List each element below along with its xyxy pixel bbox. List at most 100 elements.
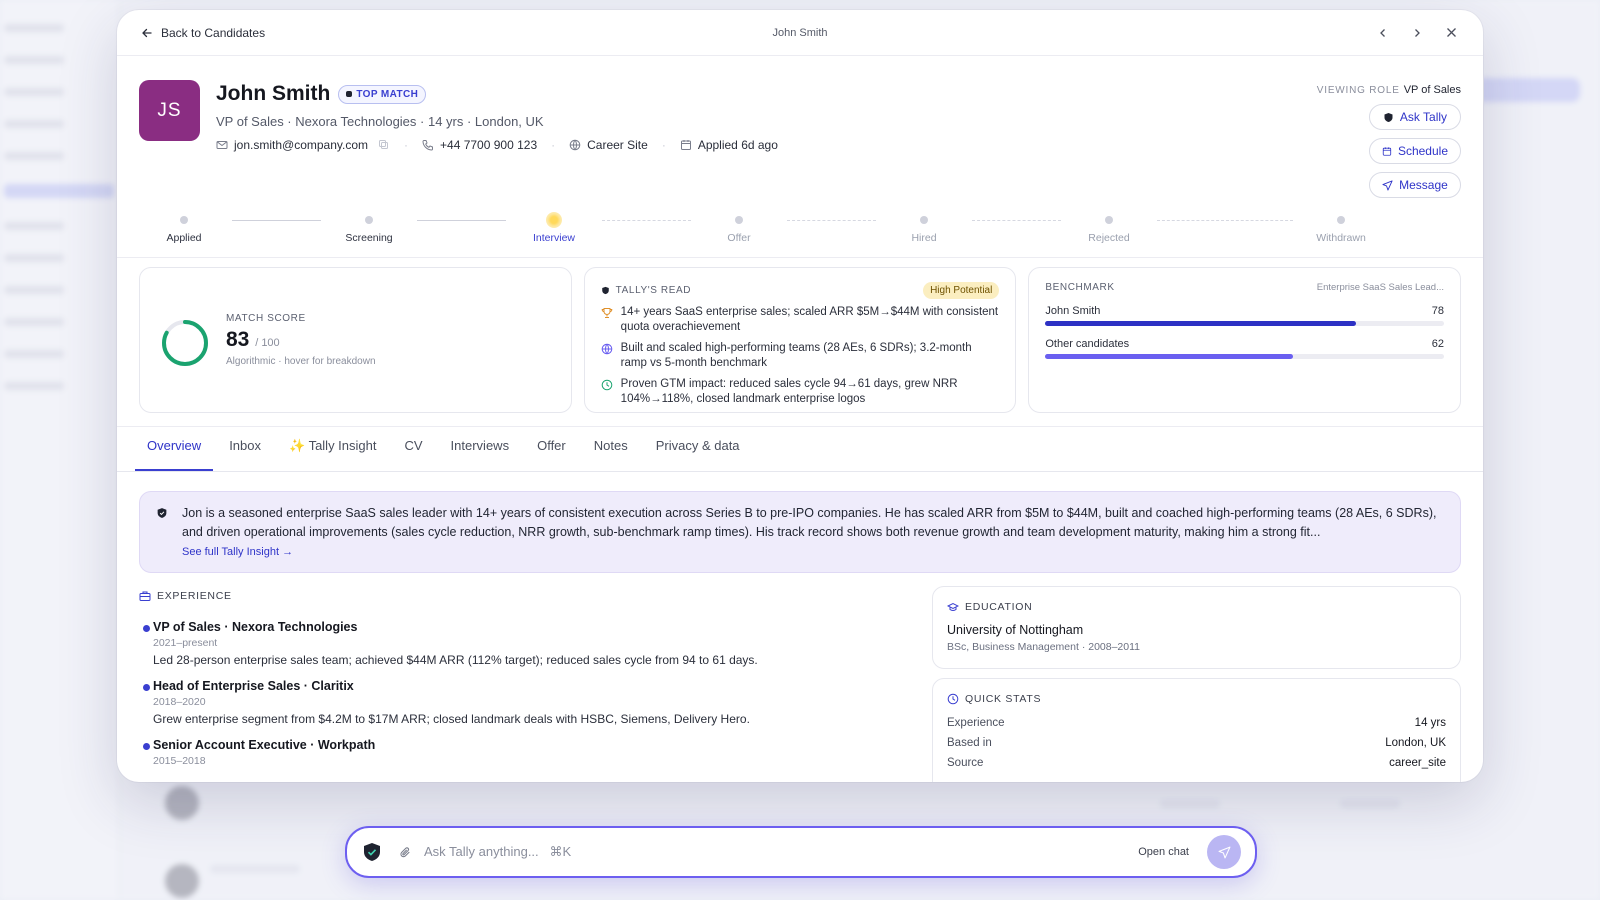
arrow-left-icon [142, 28, 152, 37]
stat-key: Based in [947, 737, 992, 749]
source-text: Career Site [587, 138, 648, 152]
timeline-dot [143, 625, 150, 632]
phone-icon [422, 140, 434, 151]
experience-item: VP of Sales · Nexora Technologies 2021–pr… [139, 620, 909, 667]
pipeline-stage-offer[interactable]: Offer [694, 211, 784, 244]
match-score-max: / 100 [255, 337, 280, 349]
bullet-text: 14+ years SaaS enterprise sales; scaled … [620, 306, 999, 333]
education-card: EDUCATION University of Nottingham BSc, … [932, 586, 1461, 669]
pipeline-stage-rejected[interactable]: Rejected [1064, 211, 1154, 244]
stage-label: Withdrawn [1316, 232, 1366, 244]
shield-icon [346, 91, 353, 97]
stage-label: Offer [727, 232, 751, 244]
candidate-name: John Smith [216, 82, 331, 105]
stage-marker [546, 212, 562, 228]
stat-value: London, UK [1385, 737, 1446, 749]
stage-marker [1105, 216, 1113, 224]
shield-icon [601, 286, 609, 295]
stage-marker [180, 216, 188, 224]
calendar-icon [680, 140, 691, 150]
paperclip-icon[interactable] [399, 846, 412, 859]
stat-row: Source career_site [947, 757, 1446, 769]
tab-notes[interactable]: Notes [582, 435, 640, 471]
experience-label: EXPERIENCE [157, 590, 232, 602]
clock-icon [947, 693, 959, 705]
globe-icon [601, 343, 612, 355]
chat-input[interactable]: Ask Tally anything... ⌘K [424, 844, 1138, 860]
tab-privacy-data[interactable]: Privacy & data [644, 435, 752, 471]
pipeline-stage-interview[interactable]: Interview [509, 211, 599, 244]
job-title: VP of Sales · Nexora Technologies [153, 620, 358, 634]
experience-item: Senior Account Executive · Workpath 2015–… [139, 738, 909, 767]
job-years: 2018–2020 [153, 696, 206, 708]
send-button[interactable] [1207, 835, 1241, 869]
pipeline-stage-applied[interactable]: Applied [139, 211, 229, 244]
insight-bullet: Built and scaled high-performing teams (… [601, 341, 1000, 371]
email-text: jon.smith@company.com [234, 138, 369, 152]
tallys-read-label: TALLY'S READ [615, 285, 692, 296]
pipeline-connector [602, 220, 691, 221]
benchmark-bar [1045, 354, 1445, 359]
stat-value: career_site [1389, 757, 1446, 769]
viewing-role-value: VP of Sales [1403, 84, 1461, 96]
message-button[interactable]: Message [1369, 172, 1461, 198]
stage-label: Rejected [1088, 232, 1130, 244]
back-to-candidates-button[interactable]: Back to Candidates [141, 26, 265, 40]
modal-title: John Smith [772, 26, 828, 39]
bullet-text: Proven GTM impact: reduced sales cycle 9… [620, 378, 958, 405]
benchmark-value: 78 [1431, 305, 1445, 317]
pipeline-stage-screening[interactable]: Screening [324, 211, 414, 244]
bullet-text: Built and scaled high-performing teams (… [620, 342, 972, 369]
close-modal-button[interactable] [1443, 25, 1459, 41]
tab-tally-insight[interactable]: ✨ Tally Insight [277, 435, 388, 471]
mail-icon [216, 141, 228, 149]
open-chat-button[interactable]: Open chat [1138, 846, 1189, 858]
experience-item: Head of Enterprise Sales · Claritix 2018–… [139, 679, 909, 726]
stat-key: Experience [947, 717, 1005, 729]
match-score-value: 83 [226, 328, 250, 351]
stat-value: 14 yrs [1414, 717, 1446, 729]
stage-label: Interview [532, 232, 575, 244]
phone-contact[interactable]: +44 7700 900 123 [422, 138, 537, 152]
tab-cv[interactable]: CV [392, 435, 434, 471]
stage-label: Applied [166, 232, 202, 244]
send-icon [1218, 846, 1230, 858]
match-score-hint[interactable]: Algorithmic · hover for breakdown [226, 356, 376, 367]
job-description: Led 28-person enterprise sales team; ach… [153, 653, 758, 667]
applied-date: Applied 6d ago [680, 138, 778, 152]
profile-tabs: Overview Inbox ✨ Tally Insight CV Interviews… [135, 435, 1483, 471]
pipeline-stage-hired[interactable]: Hired [879, 211, 969, 244]
tab-inbox[interactable]: Inbox [217, 435, 273, 471]
previous-candidate-button[interactable] [1375, 25, 1391, 41]
benchmark-name: John Smith [1045, 305, 1101, 317]
job-years: 2021–present [153, 637, 218, 649]
shield-icon [1384, 112, 1393, 122]
schedule-button[interactable]: Schedule [1369, 138, 1461, 164]
job-title: Senior Account Executive · Workpath [153, 738, 376, 752]
phone-text: +44 7700 900 123 [440, 138, 538, 152]
benchmark-bar-fill [1045, 321, 1357, 326]
viewing-role: VIEWING ROLE VP of Sales [1317, 84, 1461, 96]
pipeline-stage-withdrawn[interactable]: Withdrawn [1296, 211, 1386, 244]
badge-label: TOP MATCH [356, 88, 419, 100]
copy-icon[interactable] [378, 139, 390, 151]
education-label: EDUCATION [965, 601, 1033, 613]
pipeline-connector [972, 220, 1061, 221]
tab-overview[interactable]: Overview [135, 435, 214, 471]
tally-logo-icon [364, 843, 380, 861]
email-contact[interactable]: jon.smith@company.com [216, 138, 390, 152]
see-full-insight-link[interactable]: See full Tally Insight → [182, 546, 1444, 558]
send-icon [1382, 179, 1393, 191]
tallys-read-card: TALLY'S READ High Potential 14+ years Sa… [583, 267, 1017, 413]
match-score-ring [162, 320, 208, 366]
ask-tally-button[interactable]: Ask Tally [1369, 104, 1461, 130]
tab-offer[interactable]: Offer [525, 435, 578, 471]
tab-interviews[interactable]: Interviews [439, 435, 522, 471]
job-years: 2015–2018 [153, 755, 206, 767]
next-candidate-button[interactable] [1409, 25, 1425, 41]
match-score-card: MATCH SCORE 83 / 100 Algorithmic · hover… [139, 267, 572, 413]
insight-bullet: 14+ years SaaS enterprise sales; scaled … [601, 305, 1000, 335]
chevron-left-icon [1380, 28, 1385, 37]
benchmark-bar-fill [1045, 354, 1293, 359]
chat-placeholder: Ask Tally anything... [424, 844, 539, 859]
